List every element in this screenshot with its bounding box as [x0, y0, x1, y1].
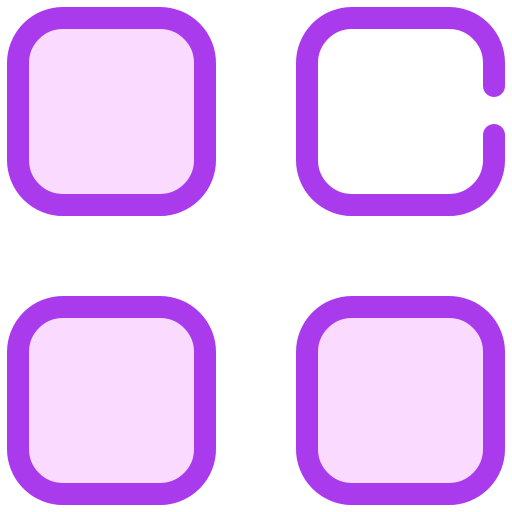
- tile-top-right-icon: [296, 7, 505, 216]
- icon-canvas: [0, 0, 512, 512]
- apps-grid-icon: [7, 7, 505, 505]
- tile-top-left-icon: [7, 7, 216, 216]
- tile-bottom-right-icon: [296, 296, 505, 505]
- tile-bottom-left-icon: [7, 296, 216, 505]
